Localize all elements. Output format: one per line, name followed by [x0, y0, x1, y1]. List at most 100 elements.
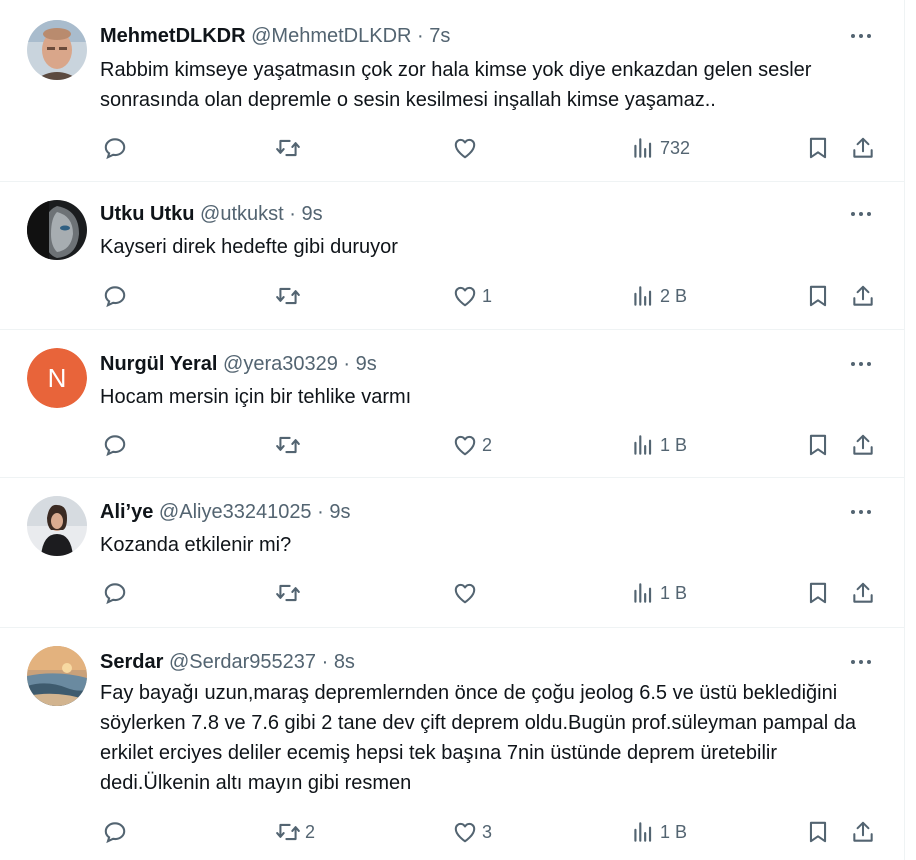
more-icon[interactable]: [846, 502, 876, 522]
tweet-actions: 732: [100, 133, 890, 163]
share-icon: [850, 135, 876, 161]
display-name[interactable]: Utku Utku: [100, 203, 194, 225]
user-handle[interactable]: @Serdar955237: [169, 651, 316, 673]
bookmark-icon: [805, 283, 831, 309]
views-count: 1 B: [660, 821, 688, 842]
heart-icon: [452, 283, 478, 309]
tweet-actions: 2 3 1 B: [100, 817, 890, 847]
separator-dot: ·: [317, 501, 324, 523]
reply-icon: [102, 819, 128, 845]
share-button[interactable]: [850, 817, 876, 847]
retweet-icon: [275, 283, 301, 309]
views-button[interactable]: 1 B: [630, 430, 687, 460]
reply-icon: [102, 580, 128, 606]
more-icon[interactable]: [846, 354, 876, 374]
reply-button[interactable]: [102, 430, 132, 460]
share-button[interactable]: [850, 281, 876, 311]
tweet[interactable]: Ali’ye @Aliye33241025 · 9s Kozanda etkil…: [0, 478, 904, 628]
tweet-header: MehmetDLKDR @MehmetDLKDR · 7s: [100, 22, 844, 50]
tweet-header: Utku Utku @utkukst · 9s: [100, 200, 844, 228]
share-icon: [850, 819, 876, 845]
user-handle[interactable]: @MehmetDLKDR: [251, 25, 411, 47]
heart-icon: [452, 432, 478, 458]
bookmark-icon: [805, 432, 831, 458]
bookmark-icon: [805, 819, 831, 845]
more-icon[interactable]: [846, 204, 876, 224]
timestamp[interactable]: 7s: [429, 25, 450, 47]
bookmark-icon: [805, 135, 831, 161]
retweet-button[interactable]: 2: [275, 817, 315, 847]
separator-dot: ·: [343, 353, 351, 375]
views-icon: [630, 432, 656, 458]
bookmark-button[interactable]: [805, 817, 831, 847]
heart-icon: [452, 580, 478, 606]
share-icon: [850, 580, 876, 606]
separator-dot: ·: [321, 651, 329, 673]
display-name[interactable]: Serdar: [100, 651, 163, 673]
avatar[interactable]: [27, 20, 87, 80]
like-button[interactable]: 1: [452, 281, 492, 311]
views-icon: [630, 135, 656, 161]
share-button[interactable]: [850, 133, 876, 163]
share-button[interactable]: [850, 430, 876, 460]
views-button[interactable]: 732: [630, 133, 690, 163]
retweet-button[interactable]: [275, 281, 305, 311]
views-button[interactable]: 1 B: [630, 817, 687, 847]
display-name[interactable]: MehmetDLKDR: [100, 25, 246, 47]
views-button[interactable]: 2 B: [630, 281, 687, 311]
views-button[interactable]: 1 B: [630, 578, 687, 608]
reply-button[interactable]: [102, 281, 132, 311]
views-count: 732: [660, 137, 691, 158]
tweet[interactable]: N Nurgül Yeral @yera30329 · 9s Hocam mer…: [0, 330, 904, 478]
more-icon[interactable]: [846, 652, 876, 672]
reply-icon: [102, 283, 128, 309]
reply-icon: [102, 135, 128, 161]
more-icon[interactable]: [846, 26, 876, 46]
bookmark-icon: [805, 580, 831, 606]
bookmark-button[interactable]: [805, 133, 831, 163]
reply-button[interactable]: [102, 133, 132, 163]
separator-dot: ·: [289, 203, 296, 225]
display-name[interactable]: Ali’ye: [100, 501, 153, 523]
reply-button[interactable]: [102, 578, 132, 608]
user-handle[interactable]: @utkukst: [200, 203, 284, 225]
avatar[interactable]: [27, 646, 87, 706]
avatar[interactable]: [27, 200, 87, 260]
retweet-button[interactable]: [275, 578, 305, 608]
like-button[interactable]: [452, 578, 482, 608]
timestamp[interactable]: 9s: [329, 501, 350, 523]
like-count: 1: [482, 285, 493, 306]
retweet-icon: [275, 135, 301, 161]
retweet-button[interactable]: [275, 430, 305, 460]
tweet-actions: 1 B: [100, 578, 890, 608]
bookmark-button[interactable]: [805, 281, 831, 311]
like-button[interactable]: [452, 133, 482, 163]
tweet-text: Rabbim kimseye yaşatmasın çok zor hala k…: [100, 59, 812, 111]
avatar[interactable]: N: [27, 348, 87, 408]
user-handle[interactable]: @Aliye33241025: [159, 501, 312, 523]
timestamp[interactable]: 8s: [334, 651, 355, 673]
tweet-text: Hocam mersin için bir tehlike varmı: [100, 386, 412, 408]
tweet-text: Kozanda etkilenir mi?: [100, 534, 292, 556]
feed-divider: [904, 0, 905, 860]
tweet-text: Fay bayağı uzun,maraş depremlernden önce…: [100, 682, 857, 794]
display-name[interactable]: Nurgül Yeral: [100, 353, 217, 375]
retweet-count: 2: [305, 821, 316, 842]
like-button[interactable]: 3: [452, 817, 492, 847]
like-button[interactable]: 2: [452, 430, 492, 460]
share-button[interactable]: [850, 578, 876, 608]
bookmark-button[interactable]: [805, 578, 831, 608]
retweet-button[interactable]: [275, 133, 305, 163]
separator-dot: ·: [417, 25, 424, 47]
timestamp[interactable]: 9s: [356, 353, 377, 375]
avatar[interactable]: [27, 496, 87, 556]
user-handle[interactable]: @yera30329: [223, 353, 338, 375]
reply-button[interactable]: [102, 817, 132, 847]
tweet[interactable]: Serdar @Serdar955237 · 8s Fay bayağı uzu…: [0, 628, 904, 860]
tweet[interactable]: Utku Utku @utkukst · 9s Kayseri direk he…: [0, 182, 904, 330]
tweet-actions: 1 2 B: [100, 281, 890, 311]
bookmark-button[interactable]: [805, 430, 831, 460]
tweet-actions: 2 1 B: [100, 430, 890, 460]
timestamp[interactable]: 9s: [301, 203, 322, 225]
tweet[interactable]: MehmetDLKDR @MehmetDLKDR · 7s Rabbim kim…: [0, 0, 904, 182]
